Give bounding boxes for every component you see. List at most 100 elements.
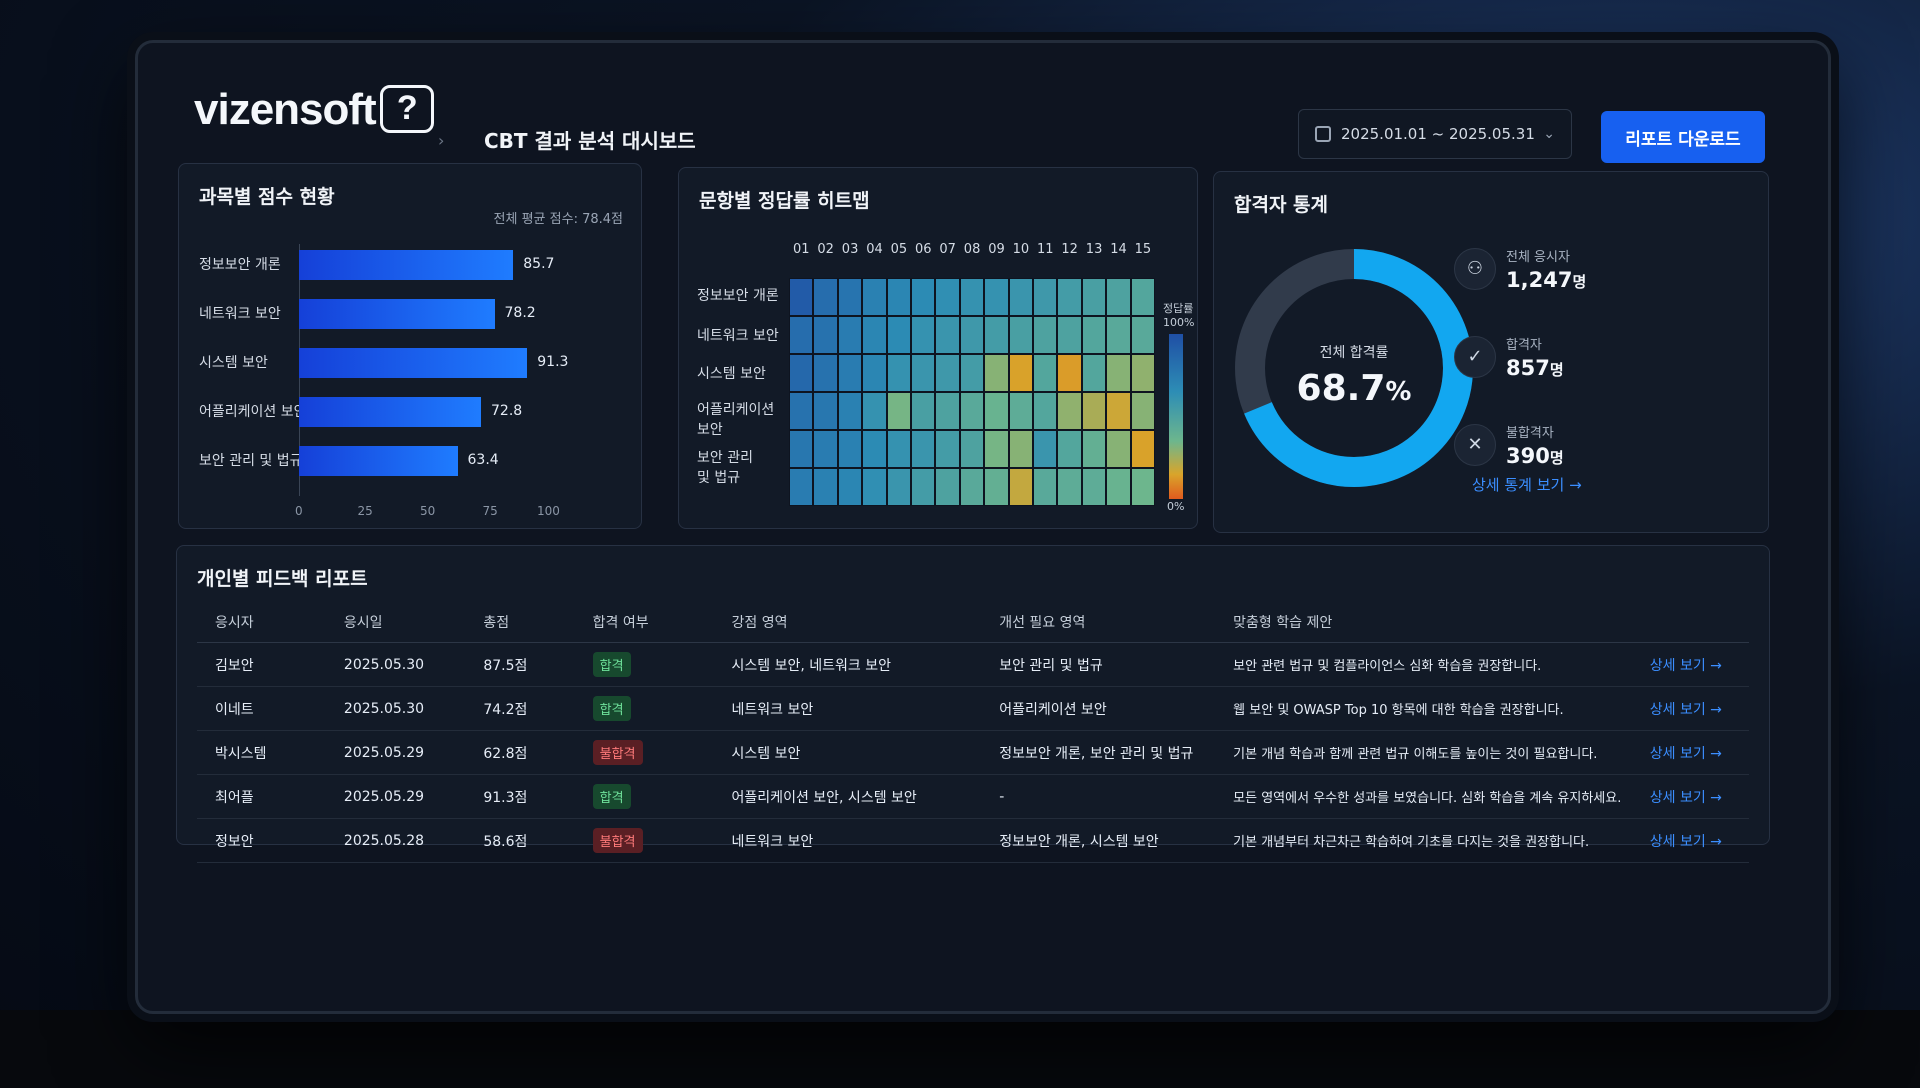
heatmap-cell[interactable]	[886, 392, 911, 430]
heatmap-cell[interactable]	[789, 468, 814, 506]
heatmap-cell[interactable]	[1081, 430, 1107, 468]
heatmap-cell[interactable]	[935, 468, 960, 506]
heatmap-cell[interactable]	[1081, 468, 1107, 506]
heatmap-cell[interactable]	[1081, 278, 1107, 316]
detail-link[interactable]: 상세 보기 →	[1650, 702, 1722, 718]
table-row[interactable]: 최어플 2025.05.29 91.3점 합격 어플리케이션 보안, 시스템 보안 - 모든…	[197, 774, 1749, 819]
heatmap-cell[interactable]	[911, 354, 936, 392]
heatmap-cell[interactable]	[935, 316, 960, 354]
heatmap-cell[interactable]	[984, 316, 1009, 354]
heatmap-cell[interactable]	[1106, 468, 1131, 506]
heatmap-cell[interactable]	[1033, 430, 1058, 468]
heatmap-cell[interactable]	[959, 430, 985, 468]
date-range-picker[interactable]: 2025.01.01 ~ 2025.05.31 ⌄	[1298, 109, 1572, 159]
heatmap-cell[interactable]	[1033, 316, 1058, 354]
heatmap-cell[interactable]	[911, 468, 936, 506]
bar[interactable]	[299, 446, 458, 476]
heatmap-cell[interactable]	[862, 430, 887, 468]
heatmap-cell[interactable]	[1081, 354, 1107, 392]
bar[interactable]	[299, 348, 528, 378]
heatmap-cell[interactable]	[1130, 316, 1155, 354]
detail-link[interactable]: 상세 보기 →	[1650, 834, 1722, 850]
heatmap-cell[interactable]	[862, 278, 887, 316]
detail-link[interactable]: 상세 보기 →	[1650, 658, 1722, 674]
heatmap-cell[interactable]	[813, 430, 838, 468]
heatmap-cell[interactable]	[813, 278, 838, 316]
heatmap-cell[interactable]	[837, 430, 863, 468]
heatmap-cell[interactable]	[1106, 392, 1131, 430]
heatmap-cell[interactable]	[1130, 430, 1155, 468]
heatmap-cell[interactable]	[1130, 354, 1155, 392]
heatmap-cell[interactable]	[911, 392, 936, 430]
heatmap-cell[interactable]	[1008, 354, 1033, 392]
heatmap-cell[interactable]	[837, 278, 863, 316]
table-row[interactable]: 박시스템 2025.05.29 62.8점 불합격 시스템 보안 정보보안 개론, 보안 …	[197, 730, 1749, 775]
logo[interactable]: vizensoft?	[194, 85, 434, 135]
heatmap-cell[interactable]	[1057, 316, 1082, 354]
heatmap-cell[interactable]	[886, 354, 911, 392]
heatmap-cell[interactable]	[1033, 392, 1058, 430]
heatmap-cell[interactable]	[1130, 278, 1155, 316]
heatmap-cell[interactable]	[1106, 354, 1131, 392]
heatmap-cell[interactable]	[1008, 468, 1033, 506]
heatmap-cell[interactable]	[911, 278, 936, 316]
heatmap-cell[interactable]	[837, 316, 863, 354]
heatmap-cell[interactable]	[1057, 354, 1082, 392]
heatmap-cell[interactable]	[959, 468, 985, 506]
heatmap-cell[interactable]	[1057, 468, 1082, 506]
heatmap-cell[interactable]	[1081, 392, 1107, 430]
heatmap-cell[interactable]	[1008, 430, 1033, 468]
heatmap-cell[interactable]	[813, 316, 838, 354]
heatmap-cell[interactable]	[1008, 392, 1033, 430]
heatmap-cell[interactable]	[984, 430, 1009, 468]
heatmap-cell[interactable]	[813, 354, 838, 392]
heatmap-cell[interactable]	[959, 354, 985, 392]
heatmap-cell[interactable]	[862, 354, 887, 392]
heatmap-cell[interactable]	[935, 392, 960, 430]
heatmap-cell[interactable]	[1057, 278, 1082, 316]
heatmap-cell[interactable]	[1106, 316, 1131, 354]
heatmap-cell[interactable]	[862, 392, 887, 430]
heatmap-cell[interactable]	[862, 316, 887, 354]
heatmap-cell[interactable]	[935, 430, 960, 468]
heatmap-cell[interactable]	[911, 430, 936, 468]
heatmap-cell[interactable]	[1106, 278, 1131, 316]
heatmap-cell[interactable]	[1033, 278, 1058, 316]
bar[interactable]	[299, 397, 481, 427]
download-report-button[interactable]: 리포트 다운로드	[1601, 111, 1765, 163]
heatmap-cell[interactable]	[984, 354, 1009, 392]
table-row[interactable]: 정보안 2025.05.28 58.6점 불합격 네트워크 보안 정보보안 개론, 시스템…	[197, 818, 1749, 863]
heatmap-cell[interactable]	[1033, 468, 1058, 506]
heatmap-cell[interactable]	[1057, 430, 1082, 468]
heatmap-cell[interactable]	[813, 468, 838, 506]
bar[interactable]	[299, 250, 514, 280]
heatmap-cell[interactable]	[789, 316, 814, 354]
heatmap-cell[interactable]	[1130, 392, 1155, 430]
heatmap-cell[interactable]	[862, 468, 887, 506]
heatmap-cell[interactable]	[837, 354, 863, 392]
heatmap-cell[interactable]	[1033, 354, 1058, 392]
heatmap-cell[interactable]	[789, 430, 814, 468]
heatmap-cell[interactable]	[789, 392, 814, 430]
heatmap-cell[interactable]	[1008, 316, 1033, 354]
heatmap-cell[interactable]	[911, 316, 936, 354]
bar[interactable]	[299, 299, 495, 329]
heatmap-cell[interactable]	[789, 278, 814, 316]
heatmap-cell[interactable]	[935, 354, 960, 392]
heatmap-cell[interactable]	[813, 392, 838, 430]
table-row[interactable]: 김보안 2025.05.30 87.5점 합격 시스템 보안, 네트워크 보안 보안 관리…	[197, 642, 1749, 687]
heatmap-cell[interactable]	[984, 278, 1009, 316]
heatmap-cell[interactable]	[959, 278, 985, 316]
detail-stats-link[interactable]: 상세 통계 보기 →	[1472, 474, 1582, 495]
detail-link[interactable]: 상세 보기 →	[1650, 746, 1722, 762]
heatmap-cell[interactable]	[886, 430, 911, 468]
heatmap-cell[interactable]	[1130, 468, 1155, 506]
heatmap-cell[interactable]	[886, 468, 911, 506]
heatmap-cell[interactable]	[984, 468, 1009, 506]
heatmap-cell[interactable]	[984, 392, 1009, 430]
heatmap-cell[interactable]	[935, 278, 960, 316]
heatmap-cell[interactable]	[959, 316, 985, 354]
heatmap-cell[interactable]	[886, 316, 911, 354]
heatmap-cell[interactable]	[1057, 392, 1082, 430]
heatmap-cell[interactable]	[1106, 430, 1131, 468]
